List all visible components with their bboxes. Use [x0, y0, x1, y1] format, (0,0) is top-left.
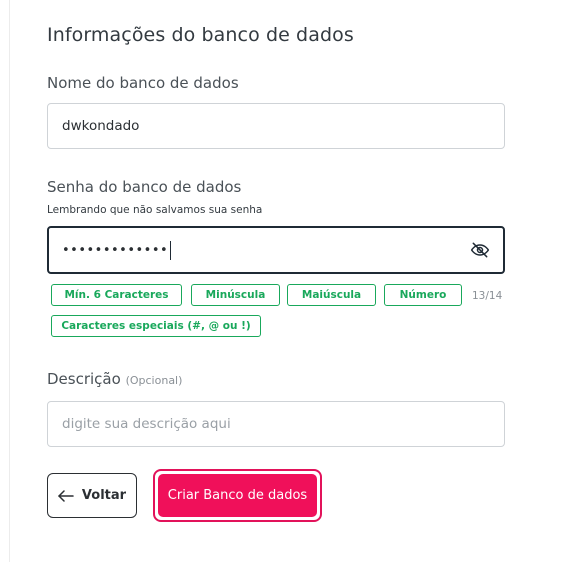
db-password-value: ••••••••••••• — [62, 242, 169, 258]
create-database-button[interactable]: Criar Banco de dados — [153, 469, 322, 522]
rule-chip-special-chars: Caracteres especiais (#, @ ou !) — [51, 315, 261, 337]
eye-slash-icon[interactable] — [470, 240, 490, 260]
text-caret — [170, 240, 172, 260]
form-title: Informações do banco de dados — [47, 24, 354, 46]
left-divider — [9, 0, 10, 562]
arrow-left-icon — [58, 489, 74, 502]
db-name-input[interactable]: dwkondado — [47, 103, 505, 149]
db-password-label: Senha do banco de dados — [47, 178, 242, 196]
optional-tag: (Opcional) — [125, 374, 183, 387]
back-button-label: Voltar — [81, 488, 127, 503]
create-database-button-face: Criar Banco de dados — [158, 474, 317, 517]
description-placeholder: digite sua descrição aqui — [62, 416, 231, 432]
rule-chip-uppercase: Maiúscula — [287, 284, 376, 306]
rule-chip-number: Número — [384, 284, 462, 306]
db-name-value: dwkondado — [62, 118, 140, 134]
password-length-counter: 13/14 — [472, 290, 503, 302]
description-input[interactable]: digite sua descrição aqui — [47, 401, 505, 447]
rule-chip-lowercase: Minúscula — [191, 284, 280, 306]
description-label-text: Descrição — [47, 370, 121, 388]
db-password-hint: Lembrando que não salvamos sua senha — [47, 204, 263, 216]
db-name-label: Nome do banco de dados — [47, 74, 239, 92]
back-button[interactable]: Voltar — [47, 473, 137, 518]
db-password-input[interactable]: ••••••••••••• — [47, 226, 505, 274]
rule-chip-min-chars: Mín. 6 Caracteres — [51, 284, 182, 306]
create-database-button-label: Criar Banco de dados — [167, 488, 308, 503]
description-label: Descrição (Opcional) — [47, 370, 182, 388]
